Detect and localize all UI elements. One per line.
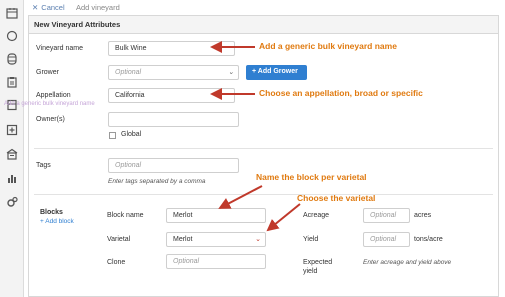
yield-unit: tons/acre	[414, 236, 443, 243]
yield-label: Yield	[303, 236, 319, 243]
varietal-label: Varietal	[107, 236, 131, 243]
expected-yield-label-line2: yield	[303, 268, 318, 275]
grower-select[interactable]: Optional ⌄	[108, 65, 239, 80]
close-icon: ✕	[32, 3, 39, 12]
varietal-select[interactable]: Merlot ⌄	[166, 232, 266, 247]
chevron-down-icon: ⌄	[255, 236, 261, 243]
add-block-link[interactable]: + Add block	[40, 218, 74, 225]
left-sidebar	[0, 0, 24, 297]
tags-label: Tags	[36, 162, 51, 169]
yield-input[interactable]: Optional	[363, 232, 410, 247]
annotation-varietal: Choose the varietal	[297, 193, 376, 203]
block-name-label: Block name	[107, 212, 144, 219]
cancel-button[interactable]: ✕ Cancel	[32, 3, 65, 12]
acreage-input[interactable]: Optional	[363, 208, 410, 223]
barrel-icon[interactable]	[5, 52, 19, 66]
acreage-label: Acreage	[303, 212, 330, 219]
calendar-icon[interactable]	[5, 6, 19, 20]
owners-label: Owner(s)	[36, 116, 65, 123]
vineyard-name-label: Vineyard name	[36, 45, 83, 52]
grower-label: Grower	[36, 69, 59, 76]
global-checkbox[interactable]	[109, 132, 116, 139]
vineyard-name-input[interactable]: Bulk Wine	[108, 41, 235, 56]
clone-label: Clone	[107, 259, 126, 266]
divider	[34, 194, 493, 195]
block-name-input[interactable]: Merlot	[166, 208, 266, 223]
top-bar: ✕ Cancel Add vineyard	[24, 0, 505, 15]
circle-icon[interactable]	[5, 29, 19, 43]
clipboard-icon[interactable]	[5, 75, 19, 89]
annotation-block-name: Name the block per varietal	[256, 172, 367, 182]
owners-input[interactable]	[108, 112, 239, 127]
vineyard-form-panel: New Vineyard Attributes Vineyard name Bu…	[28, 15, 499, 297]
plus-icon: +	[252, 68, 257, 75]
chevron-down-icon: ⌄	[228, 69, 234, 76]
global-label: Global	[121, 131, 142, 138]
breadcrumb: Add vineyard	[76, 3, 120, 12]
add-grower-button[interactable]: + Add Grower	[246, 65, 307, 80]
blocks-label: Blocks	[40, 209, 63, 216]
acreage-unit: acres	[414, 212, 432, 219]
plus-icon: +	[40, 218, 44, 225]
gears-icon[interactable]	[5, 195, 19, 209]
clone-input[interactable]: Optional	[166, 254, 266, 269]
annotation-generic-name: Add a generic bulk vineyard name	[259, 41, 397, 51]
plus-box-icon[interactable]	[5, 123, 19, 137]
expected-yield-hint: Enter acreage and yield above	[363, 259, 452, 266]
divider	[34, 148, 493, 149]
tags-input[interactable]: Optional	[108, 158, 239, 173]
panel-title: New Vineyard Attributes	[29, 16, 498, 34]
appellation-input[interactable]: California	[108, 88, 235, 103]
annotation-appellation: Choose an appellation, broad or specific	[259, 88, 423, 98]
warehouse-icon[interactable]	[5, 147, 19, 161]
ghost-caption: Add a generic bulk vineyard name	[4, 101, 95, 107]
bar-chart-icon[interactable]	[5, 171, 19, 185]
appellation-label: Appellation	[36, 92, 71, 99]
expected-yield-label-line1: Expected	[303, 259, 333, 266]
tags-hint: Enter tags separated by a comma	[108, 178, 206, 185]
